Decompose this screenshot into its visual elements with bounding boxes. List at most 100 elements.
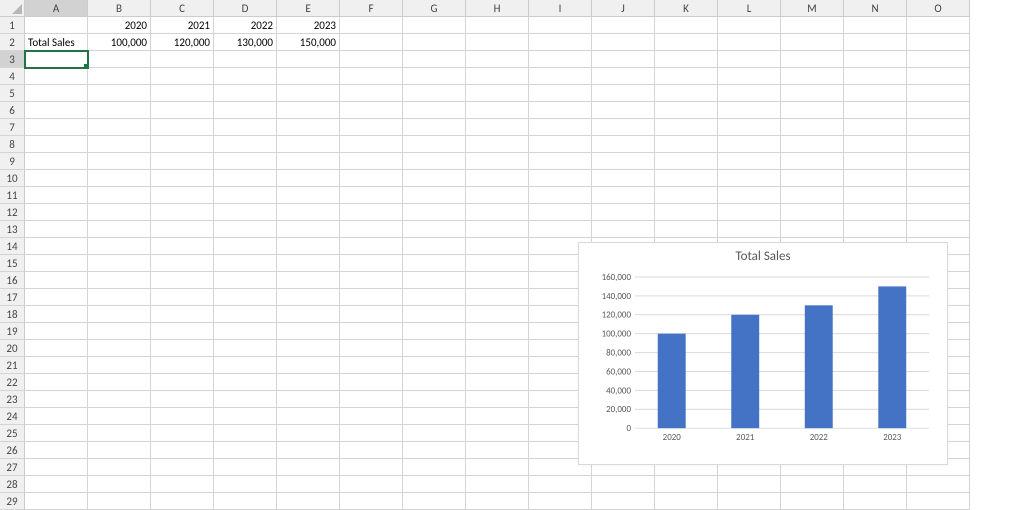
cell-E1[interactable]: 2023 [277, 17, 340, 34]
cell-F15[interactable] [340, 255, 403, 272]
cell-N2[interactable] [844, 34, 907, 51]
cell-G19[interactable] [403, 323, 466, 340]
cell-M10[interactable] [781, 170, 844, 187]
col-header-J[interactable]: J [592, 0, 655, 17]
cell-C20[interactable] [151, 340, 214, 357]
cell-F20[interactable] [340, 340, 403, 357]
cell-O10[interactable] [907, 170, 970, 187]
cell-J3[interactable] [592, 51, 655, 68]
cell-K8[interactable] [655, 136, 718, 153]
cell-B16[interactable] [88, 272, 151, 289]
cell-F1[interactable] [340, 17, 403, 34]
cell-F28[interactable] [340, 476, 403, 493]
cell-D9[interactable] [214, 153, 277, 170]
cell-N8[interactable] [844, 136, 907, 153]
cell-A20[interactable] [25, 340, 88, 357]
cell-G12[interactable] [403, 204, 466, 221]
cell-E5[interactable] [277, 85, 340, 102]
cell-H18[interactable] [466, 306, 529, 323]
cell-K12[interactable] [655, 204, 718, 221]
cell-K10[interactable] [655, 170, 718, 187]
cell-D27[interactable] [214, 459, 277, 476]
cell-N1[interactable] [844, 17, 907, 34]
cell-C6[interactable] [151, 102, 214, 119]
cell-C11[interactable] [151, 187, 214, 204]
cell-B5[interactable] [88, 85, 151, 102]
cell-D2[interactable]: 130,000 [214, 34, 277, 51]
cell-L7[interactable] [718, 119, 781, 136]
cell-D21[interactable] [214, 357, 277, 374]
cell-N5[interactable] [844, 85, 907, 102]
cell-D29[interactable] [214, 493, 277, 510]
cell-G7[interactable] [403, 119, 466, 136]
cell-G16[interactable] [403, 272, 466, 289]
cell-J6[interactable] [592, 102, 655, 119]
cell-H3[interactable] [466, 51, 529, 68]
cell-H9[interactable] [466, 153, 529, 170]
cell-F14[interactable] [340, 238, 403, 255]
cell-A22[interactable] [25, 374, 88, 391]
cell-A26[interactable] [25, 442, 88, 459]
cell-N6[interactable] [844, 102, 907, 119]
cell-F23[interactable] [340, 391, 403, 408]
cell-K5[interactable] [655, 85, 718, 102]
cell-C9[interactable] [151, 153, 214, 170]
cell-M12[interactable] [781, 204, 844, 221]
cell-G24[interactable] [403, 408, 466, 425]
cell-F17[interactable] [340, 289, 403, 306]
cell-O11[interactable] [907, 187, 970, 204]
cell-C27[interactable] [151, 459, 214, 476]
cell-C5[interactable] [151, 85, 214, 102]
row-header-23[interactable]: 23 [0, 391, 25, 408]
cell-A28[interactable] [25, 476, 88, 493]
row-header-2[interactable]: 2 [0, 34, 25, 51]
cell-B29[interactable] [88, 493, 151, 510]
cell-K29[interactable] [655, 493, 718, 510]
cell-M6[interactable] [781, 102, 844, 119]
cell-H28[interactable] [466, 476, 529, 493]
cell-B13[interactable] [88, 221, 151, 238]
cell-B10[interactable] [88, 170, 151, 187]
cell-L29[interactable] [718, 493, 781, 510]
cell-A16[interactable] [25, 272, 88, 289]
cell-M2[interactable] [781, 34, 844, 51]
cell-C18[interactable] [151, 306, 214, 323]
cell-H5[interactable] [466, 85, 529, 102]
cell-H24[interactable] [466, 408, 529, 425]
cell-J4[interactable] [592, 68, 655, 85]
cell-K6[interactable] [655, 102, 718, 119]
cell-E2[interactable]: 150,000 [277, 34, 340, 51]
cell-K3[interactable] [655, 51, 718, 68]
cell-G6[interactable] [403, 102, 466, 119]
cell-E15[interactable] [277, 255, 340, 272]
cell-H20[interactable] [466, 340, 529, 357]
cell-E9[interactable] [277, 153, 340, 170]
cell-K13[interactable] [655, 221, 718, 238]
cell-D12[interactable] [214, 204, 277, 221]
cell-G8[interactable] [403, 136, 466, 153]
cell-C7[interactable] [151, 119, 214, 136]
cell-B9[interactable] [88, 153, 151, 170]
row-header-5[interactable]: 5 [0, 85, 25, 102]
cell-C29[interactable] [151, 493, 214, 510]
cell-I12[interactable] [529, 204, 592, 221]
cell-B27[interactable] [88, 459, 151, 476]
cell-H12[interactable] [466, 204, 529, 221]
cell-F3[interactable] [340, 51, 403, 68]
cell-I6[interactable] [529, 102, 592, 119]
cell-M1[interactable] [781, 17, 844, 34]
row-header-11[interactable]: 11 [0, 187, 25, 204]
cell-D20[interactable] [214, 340, 277, 357]
row-header-24[interactable]: 24 [0, 408, 25, 425]
cell-I13[interactable] [529, 221, 592, 238]
cell-E19[interactable] [277, 323, 340, 340]
col-header-B[interactable]: B [88, 0, 151, 17]
cell-D10[interactable] [214, 170, 277, 187]
col-header-C[interactable]: C [151, 0, 214, 17]
cell-B28[interactable] [88, 476, 151, 493]
col-header-L[interactable]: L [718, 0, 781, 17]
row-header-18[interactable]: 18 [0, 306, 25, 323]
cell-A3[interactable] [25, 51, 88, 68]
row-header-9[interactable]: 9 [0, 153, 25, 170]
cell-G11[interactable] [403, 187, 466, 204]
